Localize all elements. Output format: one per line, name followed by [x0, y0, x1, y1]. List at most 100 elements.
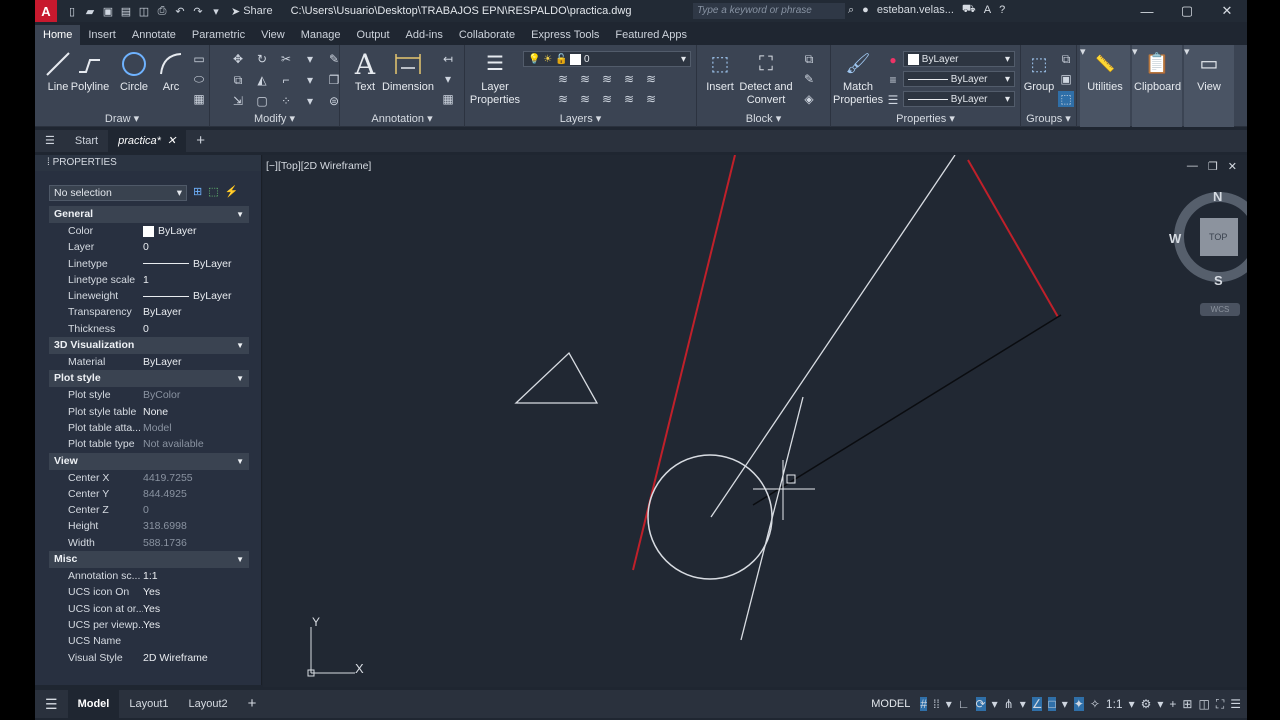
scale-icon[interactable]: ▢ [254, 93, 270, 109]
quick-select-icon[interactable]: ⚡ [225, 185, 239, 198]
create-block-icon[interactable]: ⧉ [801, 51, 817, 67]
property-value[interactable] [143, 633, 249, 649]
property-value[interactable]: 844.4925 [143, 486, 249, 502]
select-objects-icon[interactable]: ⬚ [208, 185, 218, 198]
layer-tool-icon[interactable]: ≋ [555, 71, 571, 87]
lineweight-dropdown[interactable]: ByLayer ▾ [903, 91, 1015, 107]
property-row[interactable]: Material ByLayer [49, 354, 249, 370]
collapse-caret-icon[interactable]: ▼ [236, 551, 244, 568]
autoscale-icon[interactable]: ✧ [1090, 697, 1100, 711]
property-value[interactable]: ByLayer [143, 354, 249, 370]
tab-home[interactable]: Home [35, 25, 81, 45]
property-row[interactable]: Width 588.1736 [49, 535, 249, 551]
property-row[interactable]: Height 318.6998 [49, 518, 249, 534]
layer-dropdown[interactable]: 💡 ☀ 🔓 0 ▾ [523, 51, 691, 67]
match-properties-button[interactable]: 🖌 Match Properties [833, 49, 883, 107]
tab-parametric[interactable]: Parametric [184, 25, 253, 45]
isolate-objects-icon[interactable]: ◫ [1198, 697, 1209, 711]
annotation-visibility-icon[interactable]: ✦ [1073, 697, 1084, 711]
collapse-caret-icon[interactable]: ▼ [236, 370, 244, 387]
ellipse-icon[interactable]: ⬭ [191, 71, 207, 87]
property-row[interactable]: Transparency ByLayer [49, 304, 249, 320]
arc-button[interactable]: Arc [149, 49, 193, 94]
chevron-down-icon[interactable]: ▾ [1157, 697, 1163, 711]
block-panel-title[interactable]: Block ▾ [697, 112, 830, 125]
collapse-caret-icon[interactable]: ▼ [236, 337, 244, 354]
layers-panel-title[interactable]: Layers ▾ [465, 112, 696, 125]
layer-tool-icon[interactable]: ≋ [555, 91, 571, 107]
save-icon[interactable]: ▣ [101, 4, 115, 18]
annotation-scale[interactable]: 1:1 [1106, 697, 1123, 711]
property-value[interactable]: ByLayer [143, 288, 249, 304]
font-icon[interactable]: A [984, 4, 991, 16]
drawing-canvas[interactable]: [−][Top][2D Wireframe] — ❐ ✕ Y X N S W T… [263, 155, 1247, 687]
collapse-caret-icon[interactable]: ▼ [236, 453, 244, 470]
section-header[interactable]: Misc ▼ [49, 551, 249, 569]
section-header[interactable]: View ▼ [49, 452, 249, 470]
tab-model[interactable]: Model [67, 690, 120, 718]
table-icon[interactable]: ▦ [440, 91, 456, 107]
property-row[interactable]: UCS icon at or... Yes [49, 601, 249, 617]
layer-tool-icon[interactable]: ≋ [599, 71, 615, 87]
web-mobile-icon[interactable]: ◫ [137, 4, 151, 18]
cart-icon[interactable]: ⛟ [962, 3, 976, 17]
property-value[interactable]: Yes [143, 584, 249, 600]
property-value[interactable]: 0 [143, 239, 249, 255]
draw-panel-title[interactable]: Draw ▾ [35, 112, 209, 125]
viewcube-top-face[interactable]: TOP [1209, 232, 1227, 242]
property-value[interactable]: 318.6998 [143, 518, 249, 534]
selection-dropdown[interactable]: No selection ▾ [49, 185, 187, 201]
property-row[interactable]: UCS per viewp... Yes [49, 617, 249, 633]
utilities-button[interactable]: 📏 Utilities [1082, 49, 1128, 94]
open-file-icon[interactable]: ▰ [83, 4, 97, 18]
grid-icon[interactable]: # [920, 697, 928, 711]
user-name[interactable]: esteban.velas... [877, 4, 954, 16]
tab-output[interactable]: Output [349, 25, 398, 45]
chevron-down-icon[interactable]: ▾ [302, 51, 318, 67]
viewcube-west[interactable]: W [1169, 231, 1181, 246]
close-tab-icon[interactable]: ✕ [167, 135, 176, 147]
hatch-icon[interactable]: ▦ [191, 91, 207, 107]
group-edit-icon[interactable]: ▣ [1058, 71, 1074, 87]
ungroup-icon[interactable]: ⧉ [1058, 51, 1074, 67]
detect-convert-button[interactable]: ⛶ Detect and Convert [737, 49, 795, 107]
ortho-icon[interactable]: ∟ [958, 697, 970, 711]
section-header[interactable]: General ▼ [49, 206, 249, 223]
edit-attributes-icon[interactable]: ◈ [801, 91, 817, 107]
workspace-gear-icon[interactable]: ⚙ [1141, 697, 1152, 711]
maximize-button[interactable]: ▢ [1167, 0, 1207, 22]
group-select-icon[interactable]: ⬚ [1058, 91, 1074, 107]
fullscreen-icon[interactable]: ⛶ [1216, 697, 1224, 712]
tab-add-ins[interactable]: Add-ins [398, 25, 451, 45]
chevron-down-icon[interactable]: ▾ [992, 697, 998, 711]
mirror-icon[interactable]: ◭ [254, 72, 270, 88]
section-header[interactable]: Plot style ▼ [49, 370, 249, 388]
close-button[interactable]: ✕ [1207, 0, 1247, 22]
tab-collaborate[interactable]: Collaborate [451, 25, 523, 45]
trim-icon[interactable]: ✂ [278, 51, 294, 67]
layer-tool-icon[interactable]: ≋ [599, 91, 615, 107]
edit-block-icon[interactable]: ✎ [801, 71, 817, 87]
chevron-down-icon[interactable]: ▾ [440, 71, 456, 87]
annotation-panel-title[interactable]: Annotation ▾ [340, 112, 464, 125]
redo-icon[interactable]: ↷ [191, 4, 205, 18]
layer-tool-icon[interactable]: ≋ [577, 91, 593, 107]
view-button[interactable]: ▭ View [1186, 49, 1232, 94]
modify-panel-title[interactable]: Modify ▾ [210, 112, 339, 125]
customize-qat-icon[interactable]: ▾ [209, 4, 223, 18]
property-value[interactable]: Not available [143, 436, 249, 452]
new-file-icon[interactable]: ▯ [65, 4, 79, 18]
property-value[interactable]: Model [143, 420, 249, 436]
group-button[interactable]: ⬚ Group [1021, 49, 1057, 94]
property-value[interactable]: 4419.7255 [143, 470, 249, 486]
property-value[interactable]: 0 [143, 502, 249, 518]
property-value[interactable]: 588.1736 [143, 535, 249, 551]
tab-practica[interactable]: practica* ✕ [108, 130, 187, 152]
polar-icon[interactable]: ⟳ [975, 697, 986, 711]
property-row[interactable]: Center X 4419.7255 [49, 470, 249, 486]
properties-panel-title[interactable]: Properties ▾ [831, 112, 1020, 125]
property-row[interactable]: Thickness 0 [49, 321, 249, 337]
clipboard-button[interactable]: 📋 Clipboard [1134, 49, 1181, 94]
layer-properties-button[interactable]: ☰ Layer Properties [469, 49, 521, 107]
property-value[interactable]: Yes [143, 601, 249, 617]
